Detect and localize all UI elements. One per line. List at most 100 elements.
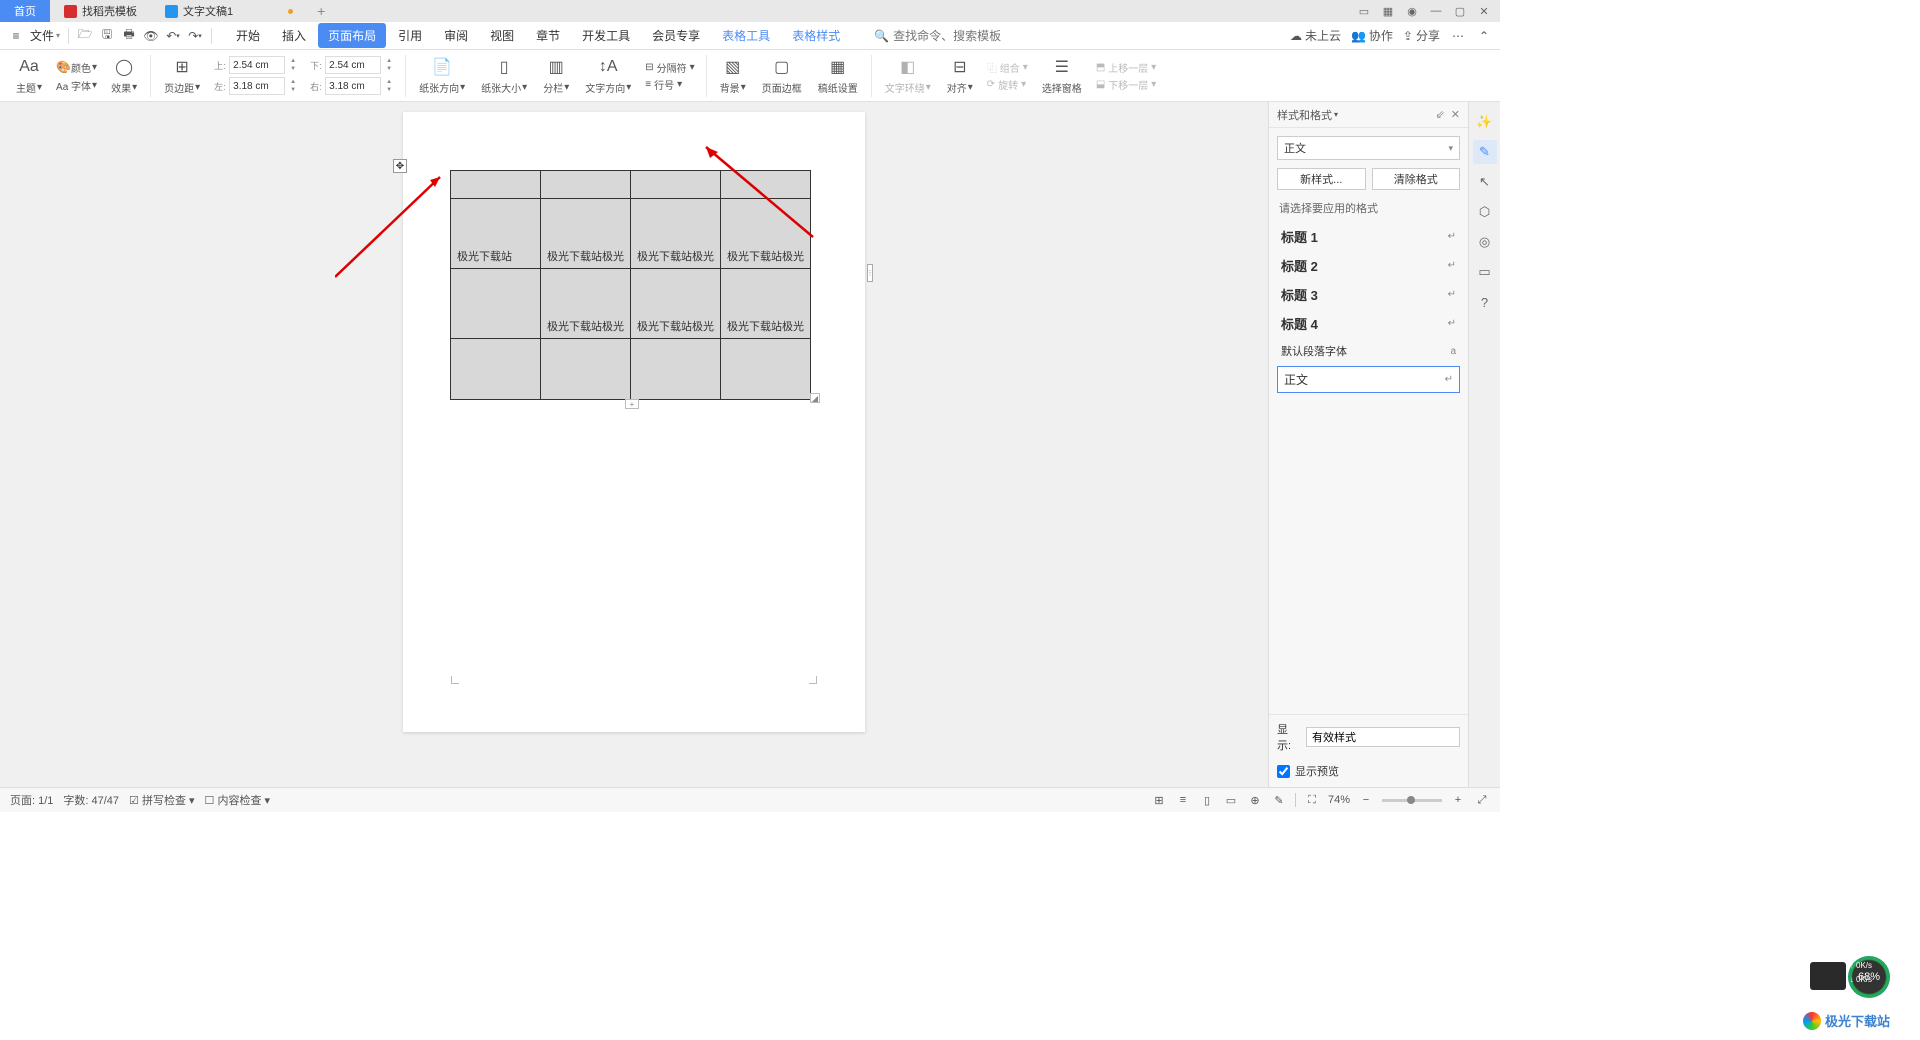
user-icon[interactable]: ◉ [1401, 2, 1423, 20]
view-mode-6-icon[interactable]: ✎ [1271, 792, 1287, 808]
command-search[interactable]: 🔍 [874, 29, 1013, 43]
style-item[interactable]: 标题 1↵ [1269, 222, 1468, 251]
columns-button[interactable]: ▥分栏▾ [537, 56, 575, 95]
select-pane-button[interactable]: ☰选择窗格 [1036, 56, 1088, 95]
margin-bottom-input[interactable]: 2.54 cm [325, 56, 381, 74]
menu-5[interactable]: 视图 [480, 23, 524, 48]
effect-button[interactable]: ◯效果▾ [105, 56, 143, 95]
style-default-font[interactable]: 默认段落字体a [1269, 338, 1468, 364]
table-cell[interactable]: 极光下载站极光 [631, 269, 721, 339]
rail-shape-icon[interactable]: ⬡ [1473, 200, 1497, 224]
table-resize-handle[interactable]: ⋮ [867, 264, 873, 282]
tab-template[interactable]: 找稻壳模板 [50, 0, 151, 22]
zoom-out-icon[interactable]: − [1358, 792, 1374, 808]
menu-7[interactable]: 开发工具 [572, 23, 640, 48]
spinner[interactable]: ▲▼ [384, 78, 394, 94]
table-corner-handle[interactable]: ◢ [810, 393, 820, 403]
file-menu[interactable]: 文件▾ [30, 27, 60, 44]
border-button[interactable]: ▢页面边框 [756, 56, 808, 95]
document-canvas[interactable]: ✥ 极光下载站 极光下载站极光 极光下载站极光 极光下载站极光 极光下载站极光 … [0, 102, 1268, 787]
table-cell[interactable]: 极光下载站极光 [541, 199, 631, 269]
font-button[interactable]: Aa 字体▾ [52, 76, 101, 93]
zoom-slider[interactable] [1382, 799, 1442, 802]
bg-button[interactable]: ▧背景▾ [714, 56, 752, 95]
view-mode-2-icon[interactable]: ≡ [1175, 792, 1191, 808]
margin-left-input[interactable]: 3.18 cm [229, 77, 285, 95]
menu-icon[interactable]: ≡ [8, 28, 24, 44]
new-style-button[interactable]: 新样式... [1277, 168, 1366, 190]
table-cell[interactable]: 极光下载站 [451, 199, 541, 269]
preview-check[interactable]: 显示预览 [1269, 759, 1468, 787]
style-item[interactable]: 标题 3↵ [1269, 280, 1468, 309]
spinner[interactable]: ▲▼ [288, 57, 298, 73]
menu-4[interactable]: 审阅 [434, 23, 478, 48]
collapse-ribbon-icon[interactable]: ⌃ [1476, 28, 1492, 44]
table-cell[interactable] [451, 269, 541, 339]
tab-doc[interactable]: 文字文稿1 [151, 0, 307, 22]
maximize-button[interactable]: ▢ [1449, 2, 1471, 20]
style-item[interactable]: 标题 4↵ [1269, 309, 1468, 338]
more-icon[interactable]: ⋯ [1450, 28, 1466, 44]
undo-icon[interactable]: ↶▾ [165, 28, 181, 44]
table-move-handle[interactable]: ✥ [393, 159, 407, 173]
menu-8[interactable]: 会员专享 [642, 23, 710, 48]
add-row-button[interactable]: + [625, 399, 639, 409]
rail-styles-icon[interactable]: ✎ [1473, 140, 1497, 164]
wrap-button[interactable]: ◧文字环绕▾ [879, 56, 937, 95]
print-icon[interactable]: 🖶 [121, 28, 137, 44]
preview-checkbox[interactable] [1277, 765, 1290, 778]
rail-book-icon[interactable]: ▭ [1473, 260, 1497, 284]
wm-button[interactable]: ▦稿纸设置 [812, 56, 864, 95]
cloud-status[interactable]: ☁ 未上云 [1290, 27, 1341, 44]
clear-format-button[interactable]: 清除格式 [1372, 168, 1461, 190]
view-mode-4-icon[interactable]: ▭ [1223, 792, 1239, 808]
layout-icon[interactable]: ▭ [1353, 2, 1375, 20]
share-button[interactable]: ⇪ 分享 [1403, 27, 1440, 44]
new-tab-button[interactable]: + [307, 3, 335, 19]
open-icon[interactable]: 🗁 [77, 28, 93, 44]
menu-6[interactable]: 章节 [526, 23, 570, 48]
rail-select-icon[interactable]: ↖ [1473, 170, 1497, 194]
current-style-select[interactable]: 正文▾ [1277, 136, 1460, 160]
table-cell[interactable]: 极光下载站极光 [541, 269, 631, 339]
margin-right-input[interactable]: 3.18 cm [325, 77, 381, 95]
grid-icon[interactable]: ▦ [1377, 2, 1399, 20]
style-item[interactable]: 标题 2↵ [1269, 251, 1468, 280]
margin-top-input[interactable]: 2.54 cm [229, 56, 285, 74]
align-button[interactable]: ⊟对齐▾ [941, 56, 979, 95]
coop-button[interactable]: 👥 协作 [1351, 27, 1393, 44]
content-check[interactable]: ☐ 内容检查 ▾ [205, 792, 271, 808]
margins-button[interactable]: ⊞页边距▾ [158, 56, 206, 95]
menu-2[interactable]: 页面布局 [318, 23, 386, 48]
view-mode-3-icon[interactable]: ▯ [1199, 792, 1215, 808]
spell-check[interactable]: ☑ 拼写检查 ▾ [129, 792, 195, 808]
search-input[interactable] [893, 29, 1013, 43]
view-mode-5-icon[interactable]: ⊕ [1247, 792, 1263, 808]
table-cell[interactable]: 极光下载站极光 [631, 199, 721, 269]
menu-1[interactable]: 插入 [272, 23, 316, 48]
rail-help-icon[interactable]: ? [1473, 290, 1497, 314]
spinner[interactable]: ▲▼ [384, 57, 394, 73]
close-panel-icon[interactable]: ✕ [1451, 108, 1460, 121]
zoom-in-icon[interactable]: + [1450, 792, 1466, 808]
break-button[interactable]: ⊟分隔符▾ [645, 60, 694, 75]
rail-target-icon[interactable]: ◎ [1473, 230, 1497, 254]
lineno-button[interactable]: ≡行号▾ [645, 77, 694, 92]
paper-size-button[interactable]: ▯纸张大小▾ [475, 56, 533, 95]
table-cell[interactable]: 极光下载站极光 [721, 269, 811, 339]
text-dir-button[interactable]: ↕A文字方向▾ [579, 56, 637, 95]
paper-dir-button[interactable]: 📄纸张方向▾ [413, 56, 471, 95]
expand-icon[interactable]: ⤢ [1474, 792, 1490, 808]
table[interactable]: 极光下载站 极光下载站极光 极光下载站极光 极光下载站极光 极光下载站极光 极光… [450, 170, 811, 400]
redo-icon[interactable]: ↷▾ [187, 28, 203, 44]
menu-0[interactable]: 开始 [226, 23, 270, 48]
style-body-selected[interactable]: 正文↵ [1277, 366, 1460, 393]
rail-ai-icon[interactable]: ✨ [1473, 110, 1497, 134]
close-button[interactable]: ✕ [1473, 2, 1495, 20]
zoom-level[interactable]: 74% [1328, 794, 1350, 806]
theme-button[interactable]: Aa主题▾ [10, 56, 48, 95]
preview-icon[interactable]: 👁 [143, 28, 159, 44]
pin-icon[interactable]: ⇙ [1436, 108, 1445, 121]
save-icon[interactable]: 🖫 [99, 28, 115, 44]
view-mode-1-icon[interactable]: ⊞ [1151, 792, 1167, 808]
